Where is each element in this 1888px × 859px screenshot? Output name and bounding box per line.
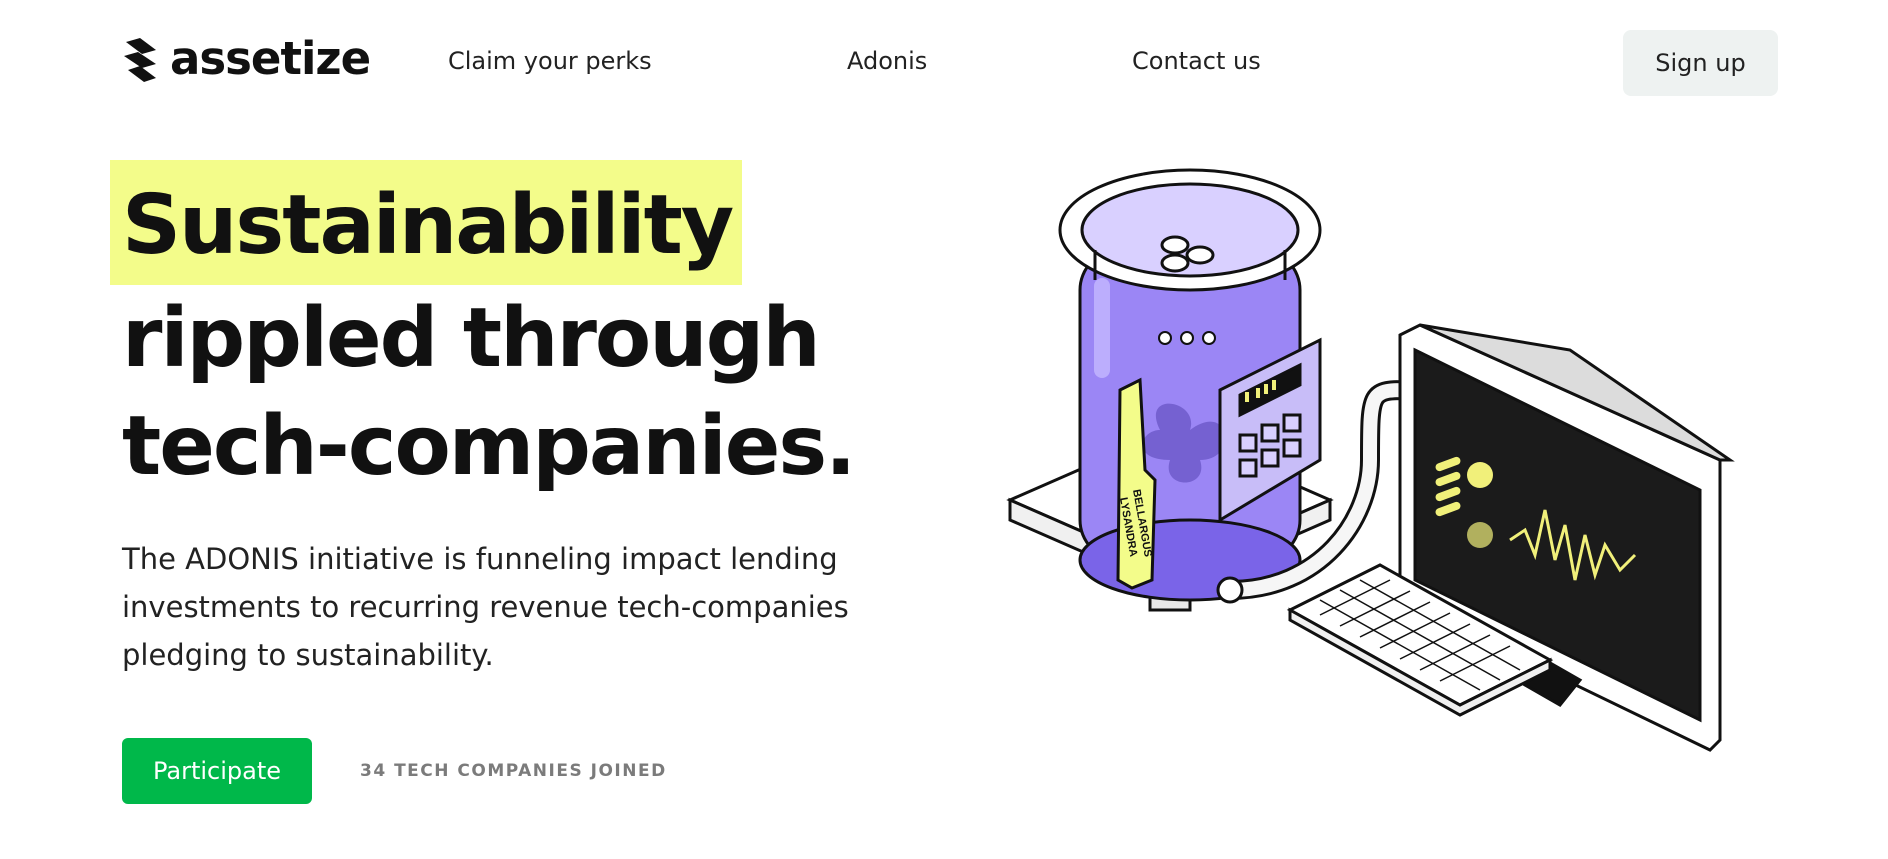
nav-contact[interactable]: Contact us <box>1132 47 1261 75</box>
nav-adonis[interactable]: Adonis <box>847 47 927 75</box>
hero-line-2: rippled through <box>122 291 821 386</box>
companies-joined-count: 34 TECH COMPANIES JOINED <box>360 761 667 781</box>
hero-line-3: tech-companies. <box>122 399 856 494</box>
hero-title: Sustainability rippled through tech-comp… <box>110 160 856 501</box>
signup-button[interactable]: Sign up <box>1623 30 1778 96</box>
brand-name: assetize <box>170 32 371 85</box>
nav-claim-perks[interactable]: Claim your perks <box>448 47 652 75</box>
participate-button[interactable]: Participate <box>122 738 312 804</box>
hero-highlight: Sustainability <box>110 160 743 285</box>
hero-illustration: BELLARGUS LYSANDRA <box>1006 168 1735 752</box>
logo-icon <box>124 38 156 82</box>
top-navigation: assetize Claim your perks Adonis Contact… <box>0 0 1888 125</box>
hero-description: The ADONIS initiative is funneling impac… <box>122 542 849 672</box>
brand-logo[interactable]: assetize <box>122 32 371 85</box>
